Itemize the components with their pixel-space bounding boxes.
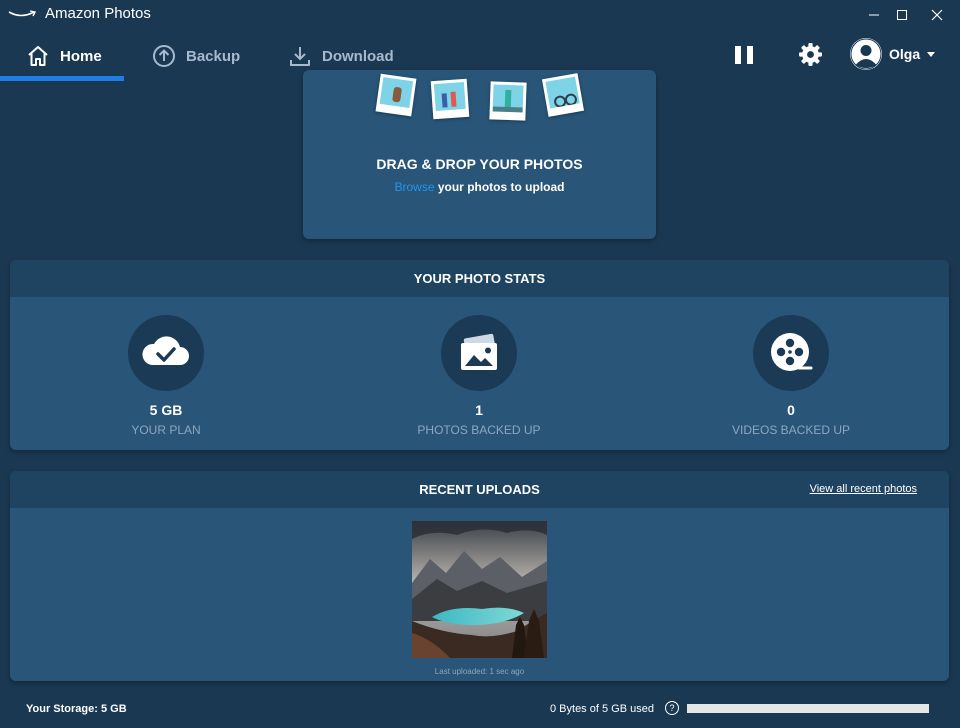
film-reel-icon (771, 333, 813, 371)
storage-label: Your Storage: 5 GB (26, 703, 127, 715)
polaroid-illustration (489, 81, 527, 121)
tab-download-label: Download (322, 47, 394, 65)
stat-videos-label: VIDEOS BACKED UP (731, 423, 851, 437)
last-uploaded-text: Last uploaded: 1 sec ago (434, 667, 525, 676)
recent-photo-thumbnail[interactable] (412, 521, 547, 658)
recent-uploads-title: RECENT UPLOADS (419, 482, 540, 497)
user-menu[interactable]: Olga (850, 38, 936, 70)
minimize-icon (869, 14, 879, 16)
settings-button[interactable] (798, 42, 823, 67)
stat-photos-label: PHOTOS BACKED UP (417, 423, 541, 437)
chevron-down-icon (927, 51, 936, 57)
maximize-icon (897, 10, 907, 20)
storage-usage-text: 0 Bytes of 5 GB used (550, 703, 654, 715)
landscape-photo (412, 521, 547, 658)
amazon-smile-logo (8, 10, 36, 17)
stat-photos: 1 PHOTOS BACKED UP (379, 315, 579, 437)
stat-videos: 0 VIDEOS BACKED UP (691, 315, 891, 437)
pause-icon (735, 46, 741, 64)
stat-plan: 5 GB YOUR PLAN (66, 315, 266, 437)
title-bar: Amazon Photos (0, 0, 960, 30)
cloud-check-icon (142, 336, 189, 365)
drop-zone-subtitle: Browse your photos to upload (303, 180, 656, 194)
close-button[interactable] (921, 0, 953, 30)
home-icon (28, 46, 48, 66)
stat-plan-label: YOUR PLAN (131, 423, 201, 437)
polaroid-illustration (375, 73, 417, 117)
pause-button[interactable] (733, 44, 755, 66)
polaroid-illustration (430, 78, 470, 120)
browse-link[interactable]: Browse (395, 180, 435, 194)
maximize-button[interactable] (886, 0, 918, 30)
panel-header: RECENT UPLOADS View all recent photos (10, 471, 949, 508)
panel-header: YOUR PHOTO STATS (10, 260, 949, 297)
storage-progress-bar (687, 704, 929, 713)
user-name: Olga (889, 46, 921, 62)
active-tab-indicator (0, 76, 124, 81)
tab-home[interactable]: Home (26, 30, 102, 82)
tab-backup[interactable]: Backup (152, 30, 240, 82)
download-icon (290, 47, 310, 66)
polaroid-illustration (541, 73, 585, 117)
stat-videos-value: 0 (787, 402, 795, 418)
stat-icon-circle (441, 315, 517, 391)
tab-home-label: Home (60, 47, 102, 65)
stat-plan-value: 5 GB (149, 402, 183, 418)
close-icon (931, 9, 943, 21)
drop-zone-subtitle-text: your photos to upload (434, 180, 565, 194)
photo-stats-title: YOUR PHOTO STATS (413, 271, 546, 286)
drop-zone-title: DRAG & DROP YOUR PHOTOS (376, 156, 583, 172)
recent-uploads-panel: RECENT UPLOADS View all recent photos La… (10, 471, 949, 681)
help-icon[interactable]: ? (665, 701, 679, 715)
gear-icon (799, 43, 822, 66)
upload-circle-icon (153, 45, 175, 67)
stat-icon-circle (128, 315, 204, 391)
stat-photos-value: 1 (475, 402, 483, 418)
view-all-link[interactable]: View all recent photos (810, 483, 917, 495)
drop-zone[interactable]: DRAG & DROP YOUR PHOTOS Browse your phot… (303, 70, 656, 239)
app-title: Amazon Photos (45, 5, 151, 22)
avatar (850, 38, 882, 70)
photos-icon (461, 333, 497, 370)
pause-icon (747, 46, 753, 64)
stat-icon-circle (753, 315, 829, 391)
user-silhouette-icon (850, 38, 882, 70)
tab-backup-label: Backup (186, 47, 241, 65)
photo-stats-panel: YOUR PHOTO STATS 5 GB YOUR PLAN 1 PHOTOS… (10, 260, 949, 450)
